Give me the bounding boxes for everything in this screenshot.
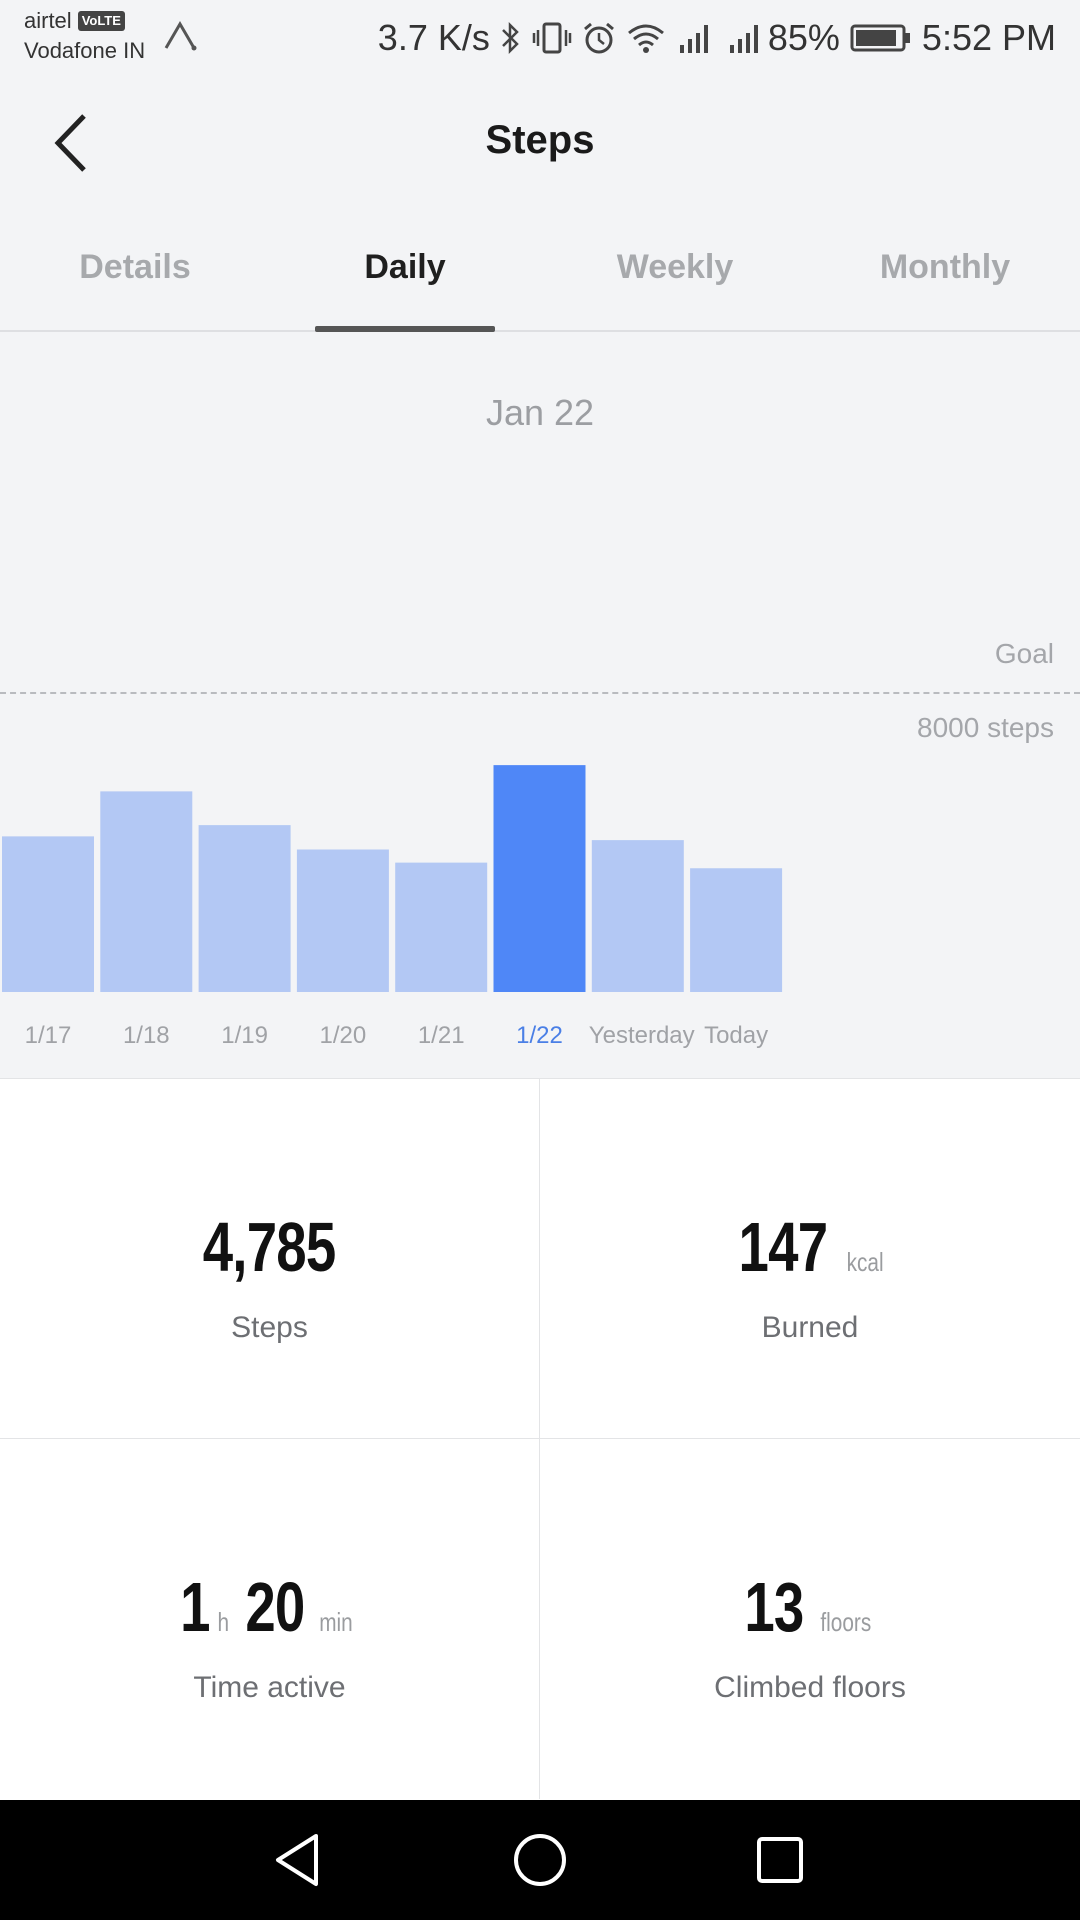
recents-nav-icon[interactable] (750, 1830, 810, 1890)
burned-label: Burned (761, 1311, 859, 1344)
bluetooth-icon (501, 21, 519, 55)
x-label[interactable]: Today (687, 1022, 785, 1050)
page-title: Steps (485, 118, 595, 162)
floors-stat: 13 floors Climbed floors (540, 1439, 1080, 1799)
bar-1-22[interactable] (493, 765, 586, 992)
x-label[interactable]: 1/21 (392, 1022, 490, 1050)
wifi-icon (627, 24, 664, 53)
screen: airtel VoLTE Vodafone IN 3.7 K/s 85% 5:5… (0, 0, 1080, 1920)
network-speed: 3.7 K/s (377, 17, 490, 58)
home-nav-icon[interactable] (510, 1830, 570, 1890)
x-label[interactable]: 1/19 (196, 1022, 294, 1050)
carrier-info: airtel VoLTE Vodafone IN (24, 6, 145, 66)
bar-1-21[interactable] (395, 862, 488, 992)
alarm-icon (583, 22, 614, 54)
signal-icon (679, 25, 708, 53)
period-tabs: Details Daily Weekly Monthly (0, 206, 1080, 332)
floors-unit: floors (820, 1607, 872, 1637)
system-nav-bar (0, 1800, 1080, 1920)
bar-1-18[interactable] (100, 791, 193, 992)
tab-monthly[interactable]: Monthly (810, 206, 1080, 330)
x-label[interactable]: 1/18 (97, 1022, 195, 1050)
back-nav-icon[interactable] (270, 1830, 330, 1890)
status-icons: 3.7 K/s 85% 5:52 PM (378, 14, 1056, 62)
minutes-value: 20 (245, 1568, 305, 1646)
carrier-primary: airtel (24, 8, 72, 33)
clock: 5:52 PM (921, 17, 1056, 58)
volte-badge: VoLTE (77, 11, 125, 31)
floors-label: Climbed floors (714, 1671, 906, 1704)
floors-value: 13 (744, 1568, 805, 1646)
tab-details[interactable]: Details (0, 206, 270, 330)
app-header: Steps (0, 78, 1080, 206)
burned-stat: 147 kcal Burned (540, 1079, 1080, 1439)
minutes-unit: min (318, 1607, 353, 1637)
tab-daily[interactable]: Daily (270, 206, 540, 330)
x-label[interactable]: 1/17 (0, 1022, 97, 1050)
stats-grid: 4,785 Steps 147 kcal Burned 1 h 20 min T… (0, 1078, 1080, 1800)
bar-1-20[interactable] (296, 849, 389, 993)
battery-percent: 85% (767, 17, 840, 58)
bar-1-17[interactable] (2, 836, 94, 992)
signal-icon (729, 25, 758, 53)
hours-value: 1 (180, 1568, 211, 1646)
steps-label: Steps (231, 1311, 308, 1344)
burned-value: 147 (738, 1208, 828, 1286)
steps-stat: 4,785 Steps (0, 1079, 540, 1439)
x-label[interactable]: 1/20 (294, 1022, 392, 1050)
bar-1-19[interactable] (198, 825, 291, 992)
bar-today[interactable] (690, 868, 783, 992)
steps-value: 4,785 (203, 1208, 337, 1286)
time-active-label: Time active (193, 1671, 346, 1704)
tab-weekly[interactable]: Weekly (540, 206, 810, 330)
bar-chart (2, 765, 783, 993)
bar-yesterday[interactable] (591, 840, 684, 992)
steps-chart[interactable]: Jan 22 Goal 8000 steps 1/17 1/18 1/19 1/20 1… (0, 332, 1080, 1078)
vibrate-icon (532, 22, 572, 54)
hours-unit: h (217, 1607, 230, 1637)
x-label[interactable]: Yesterday (589, 1022, 695, 1050)
data-saver-icon (164, 21, 197, 51)
carrier-secondary: Vodafone IN (24, 38, 146, 63)
battery-icon (850, 24, 910, 52)
time-active-stat: 1 h 20 min Time active (0, 1439, 540, 1799)
status-bar: airtel VoLTE Vodafone IN 3.7 K/s 85% 5:5… (0, 0, 1080, 78)
x-label[interactable]: 1/22 (491, 1022, 589, 1050)
burned-unit: kcal (846, 1247, 884, 1277)
